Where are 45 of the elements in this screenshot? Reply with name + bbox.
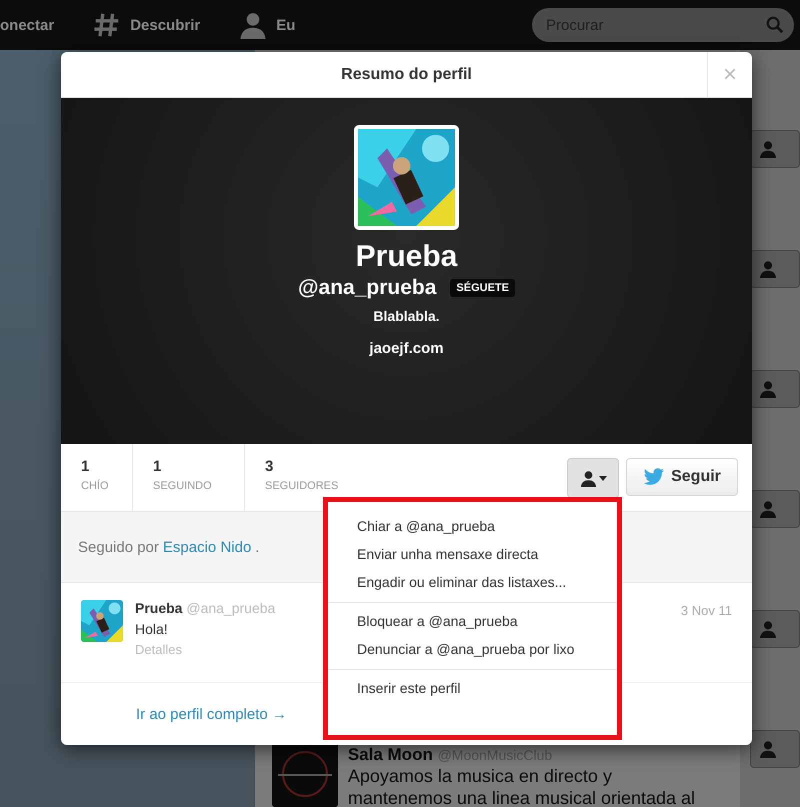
stat-label: CHÍO <box>81 480 110 492</box>
stat-value: 3 <box>265 458 274 475</box>
search-icon <box>766 16 784 34</box>
caret-icon <box>598 476 606 480</box>
tweet-text: Apoyamos la musica en directo y <box>348 765 613 787</box>
person-icon <box>759 140 777 158</box>
menu-item[interactable]: Chiar a @ana_prueba <box>328 512 617 540</box>
followed-by-text: Seguido por <box>78 538 159 556</box>
tweet-author: Prueba @ana_prueba <box>135 600 276 616</box>
nav-link[interactable]: Descubrir <box>92 11 200 39</box>
stat-label: SEGUIDORES <box>265 480 338 492</box>
follow-button[interactable]: Seguir <box>626 458 738 496</box>
menu-item[interactable]: Enviar unha mensaxe directa <box>328 540 617 568</box>
profile-url[interactable]: jaoejf.com <box>369 340 444 357</box>
dialog-title: Resumo do perfil <box>341 66 472 84</box>
stat-value: 1 <box>153 458 162 475</box>
profile-handle: @ana_prueba <box>298 276 436 300</box>
person-icon <box>759 620 777 638</box>
menu-item[interactable]: Engadir ou eliminar das listaxes... <box>328 568 617 596</box>
person-icon <box>580 470 596 486</box>
full-profile-link[interactable]: Ir ao perfil completo → <box>136 706 287 722</box>
menu-item[interactable]: Inserir este perfil <box>328 674 617 702</box>
nav-link[interactable]: onectar <box>0 16 54 34</box>
menu-item[interactable]: Bloquear a @ana_prueba <box>328 607 617 635</box>
profile-name: Prueba <box>356 240 458 274</box>
person-icon <box>238 11 268 39</box>
person-icon <box>759 380 777 398</box>
follows-you-badge: SÉGUETE <box>450 279 515 297</box>
tweet-date: 3 Nov 11 <box>680 602 732 620</box>
menu-item[interactable]: Denunciar a @ana_prueba por lixo <box>328 635 617 663</box>
person-icon <box>759 500 777 518</box>
tweet-text: mantenemos una linea musical orientada al <box>348 787 696 807</box>
follow-menu-button[interactable] <box>750 490 800 528</box>
person-icon <box>759 740 777 758</box>
follow-menu-button[interactable] <box>750 610 800 648</box>
stat-label: SEGUINDO <box>153 480 213 492</box>
tweet-text: Hola! <box>135 621 169 637</box>
bird-icon <box>643 468 666 486</box>
user-actions-button[interactable] <box>567 458 619 498</box>
stat-value: 1 <box>81 458 90 475</box>
profile-bio: Blablabla. <box>373 308 440 324</box>
followed-by-text: . <box>255 538 260 556</box>
nav-link[interactable]: Eu <box>238 11 296 39</box>
person-icon <box>759 260 777 278</box>
follower-link[interactable]: Espacio Nido <box>162 538 252 556</box>
